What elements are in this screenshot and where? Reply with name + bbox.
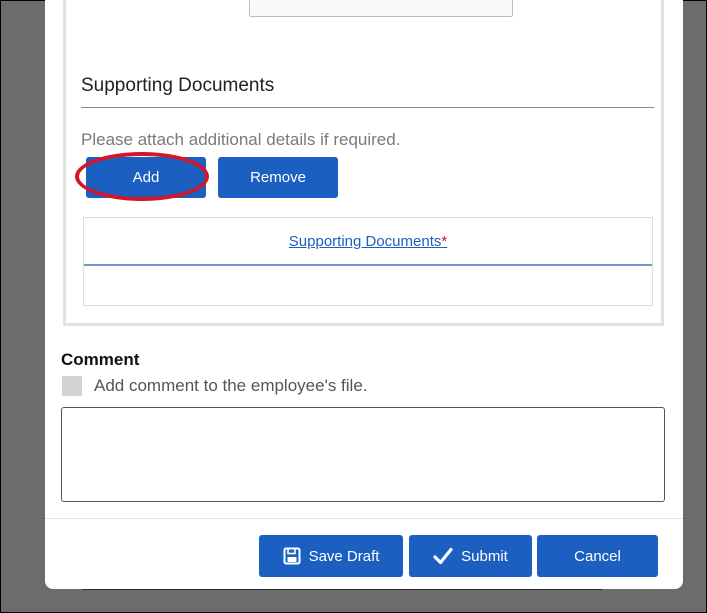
section-divider (81, 107, 654, 108)
footer-divider (45, 518, 683, 519)
save-draft-label: Save Draft (308, 547, 380, 565)
remove-button[interactable]: Remove (218, 157, 338, 198)
save-draft-button[interactable]: Save Draft (259, 535, 403, 577)
cancel-label: Cancel (574, 547, 621, 565)
add-to-file-checkbox-label[interactable]: Add comment to the employee's file. (94, 376, 368, 396)
add-button[interactable]: Add (86, 157, 206, 198)
add-to-file-checkbox[interactable] (62, 376, 82, 396)
table-header: Supporting Documents* (84, 218, 652, 266)
submit-label: Submit (461, 547, 508, 565)
section-title: Supporting Documents (81, 75, 275, 96)
add-button-label: Add (132, 169, 160, 186)
supporting-documents-table: Supporting Documents* (83, 217, 653, 306)
remove-button-label: Remove (250, 169, 306, 186)
supporting-documents-panel: Supporting Documents Please attach addit… (63, 0, 664, 326)
previous-field-stub (249, 0, 513, 17)
cancel-button[interactable]: Cancel (537, 535, 658, 577)
comment-heading: Comment (61, 350, 140, 369)
supporting-documents-column-header[interactable]: Supporting Documents* (289, 233, 447, 250)
checkmark-icon (433, 547, 453, 565)
floppy-disk-icon (283, 547, 301, 565)
attachment-hint: Please attach additional details if requ… (81, 130, 401, 149)
comment-textarea[interactable] (61, 407, 665, 502)
submit-button[interactable]: Submit (409, 535, 532, 577)
column-header-label: Supporting Documents (288, 232, 442, 250)
required-marker: * (441, 232, 448, 250)
modal-dialog: Supporting Documents Please attach addit… (45, 0, 683, 589)
